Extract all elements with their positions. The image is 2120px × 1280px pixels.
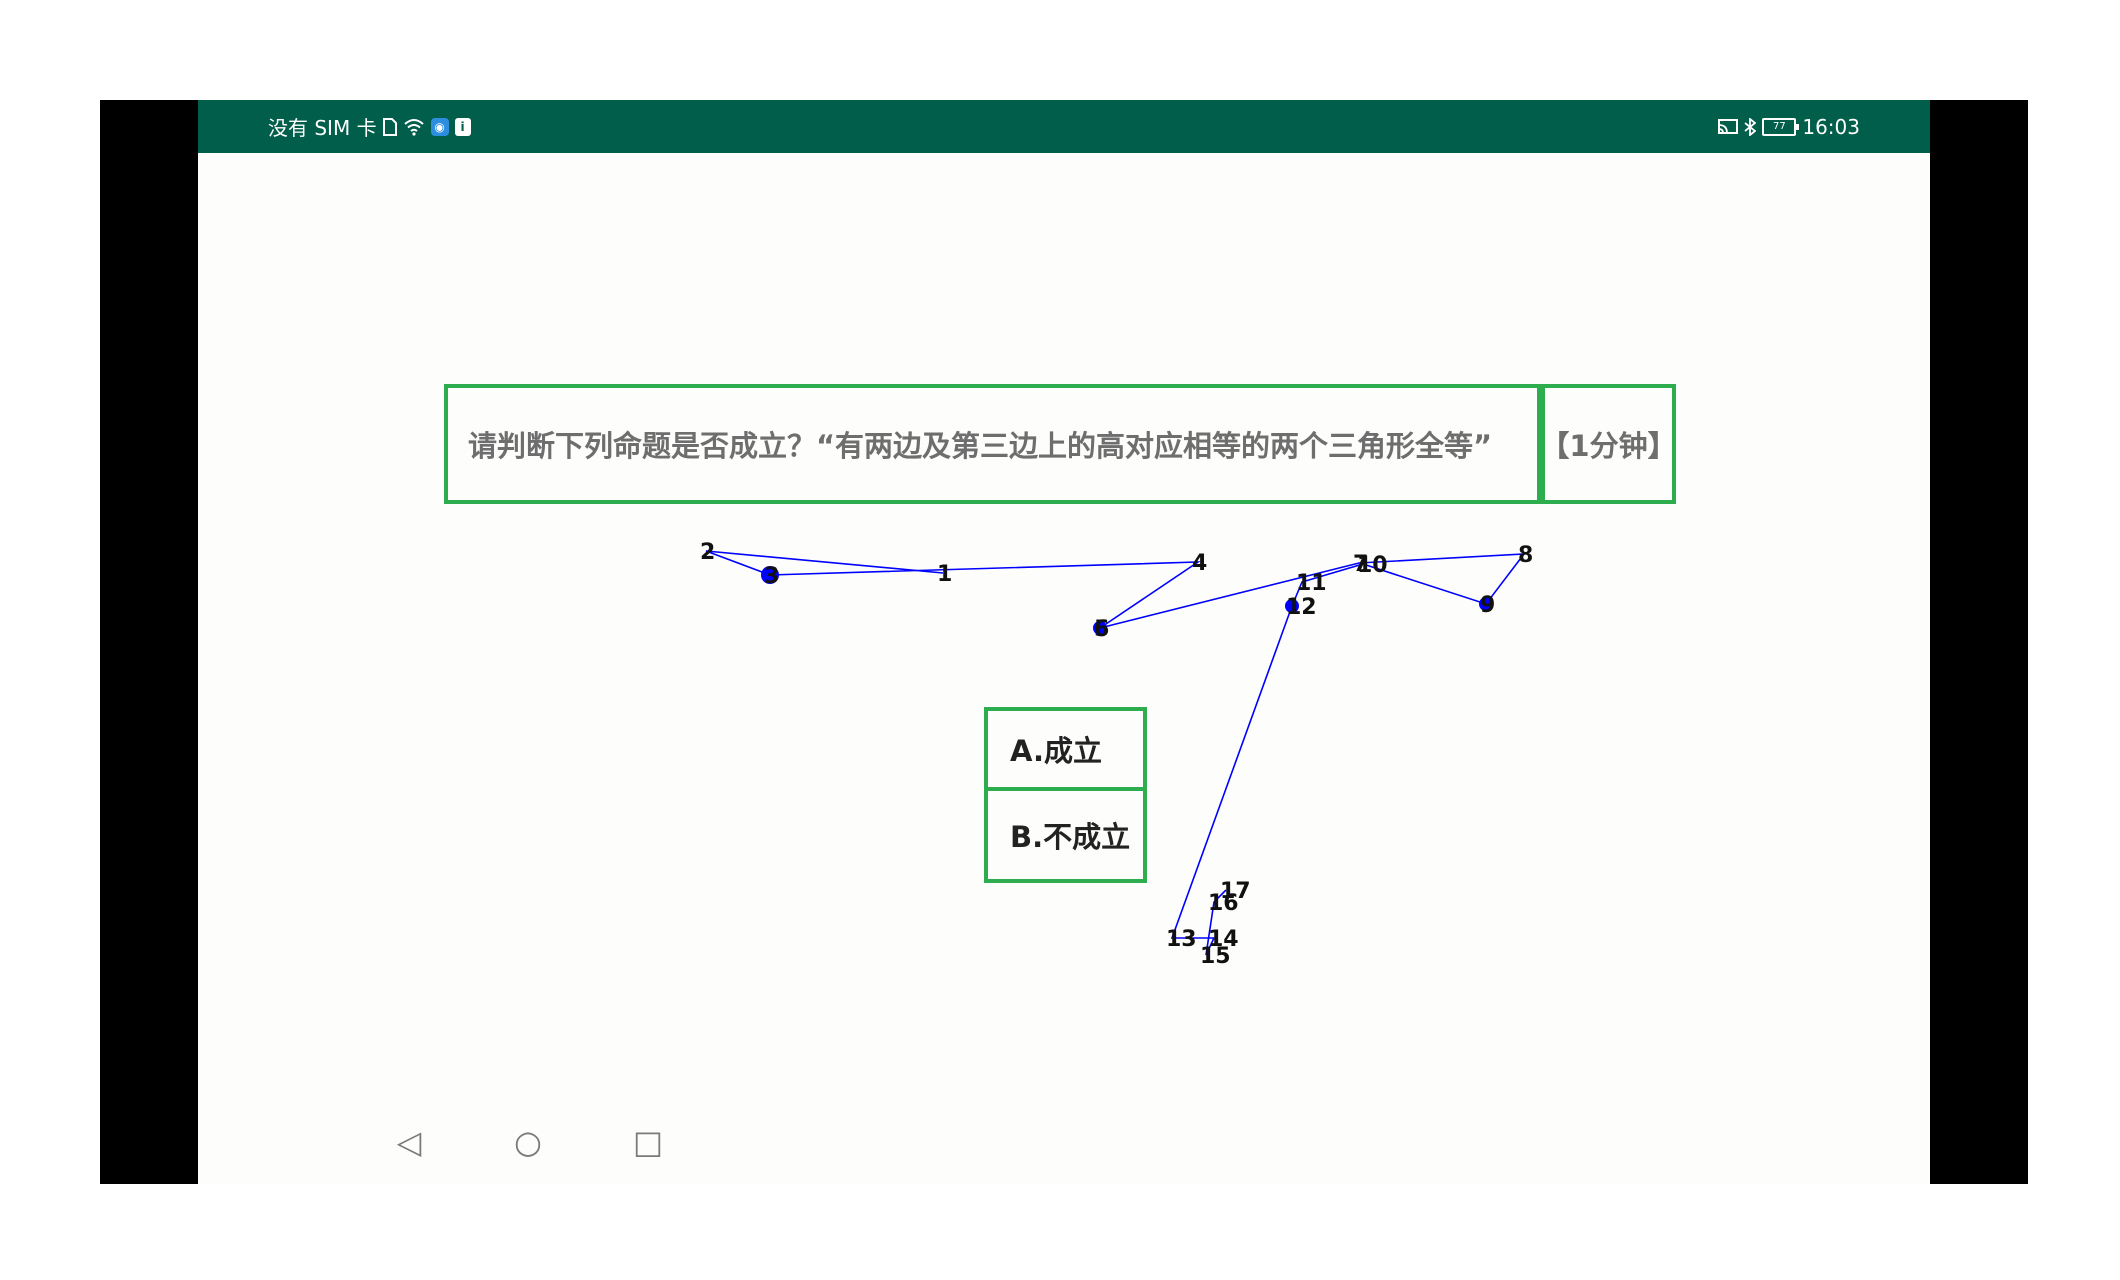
app-notification-icon: ◉ [430, 117, 449, 136]
touch-point-label: 10 [1357, 553, 1388, 578]
clock: 16:03 [1802, 114, 1860, 139]
time-limit-text: 【1分钟】 [1540, 429, 1677, 463]
touch-point-label: 2 [700, 540, 715, 565]
status-bar: 没有 SIM 卡 ◉ i 77 16:03 [198, 100, 1930, 153]
option-a-label: A.成立 [1010, 734, 1102, 768]
touch-point-label: 1 [937, 562, 952, 587]
option-b-button[interactable]: B.不成立 [984, 787, 1147, 883]
recents-icon: □ [632, 1123, 664, 1161]
touch-point-label: 16 [1208, 891, 1239, 916]
question-text: 请判断下列命题是否成立？“有两边及第三边上的高对应相等的两个三角形全等” [468, 429, 1493, 463]
touch-point-label: 9 [1480, 593, 1495, 618]
option-a-button[interactable]: A.成立 [984, 707, 1147, 791]
touch-point-marker [1093, 621, 1107, 635]
option-b-label: B.不成立 [1010, 820, 1131, 854]
touch-point-marker [761, 566, 779, 584]
wifi-icon [403, 118, 425, 136]
sim-card-icon [382, 117, 397, 136]
touch-point-label: 5 [1094, 617, 1109, 642]
home-button[interactable]: ○ [508, 1122, 548, 1162]
app-window: 没有 SIM 卡 ◉ i 77 16:03 请判断下列命题是否成立？“有两边及第… [198, 100, 1930, 1184]
time-limit-box: 【1分钟】 [1540, 384, 1677, 504]
touch-point-label: 4 [1192, 551, 1207, 576]
recents-button[interactable]: □ [628, 1122, 668, 1162]
touch-point-label: 17 [1220, 879, 1251, 904]
back-icon: ◁ [396, 1123, 422, 1161]
touch-point-label: 15 [1200, 944, 1231, 969]
status-left: 没有 SIM 卡 ◉ i [268, 100, 471, 153]
touch-point-label: 13 [1166, 927, 1197, 952]
touch-point-label: 11 [1296, 571, 1327, 596]
touch-point-marker [1479, 597, 1493, 611]
touch-point-label: 7 [1353, 552, 1368, 577]
touch-point-label: 14 [1208, 927, 1239, 952]
bluetooth-icon [1744, 117, 1757, 136]
carrier-label: 没有 SIM 卡 [268, 116, 377, 140]
question-box: 请判断下列命题是否成立？“有两边及第三边上的高对应相等的两个三角形全等” [444, 384, 1541, 504]
touch-point-label: 6 [1094, 617, 1109, 642]
home-icon: ○ [514, 1123, 542, 1161]
battery-level: 77 [1772, 120, 1786, 132]
status-right: 77 16:03 [1718, 100, 1860, 153]
touch-point-marker [1285, 599, 1299, 613]
cast-icon [1718, 118, 1739, 135]
navigation-bar: ◁ ○ □ [198, 1104, 1930, 1184]
back-button[interactable]: ◁ [389, 1122, 429, 1162]
device-screen: 没有 SIM 卡 ◉ i 77 16:03 请判断下列命题是否成立？“有两边及第… [100, 100, 2028, 1184]
touch-point-label: 12 [1286, 595, 1317, 620]
touch-point-label: 3 [764, 564, 779, 589]
touch-point-label: 8 [1518, 543, 1533, 568]
touch-trace-overlay: 1234567 8910111213 14151617 [700, 540, 1533, 969]
battery-icon: 77 [1762, 117, 1800, 136]
info-notification-icon: i [454, 117, 471, 136]
